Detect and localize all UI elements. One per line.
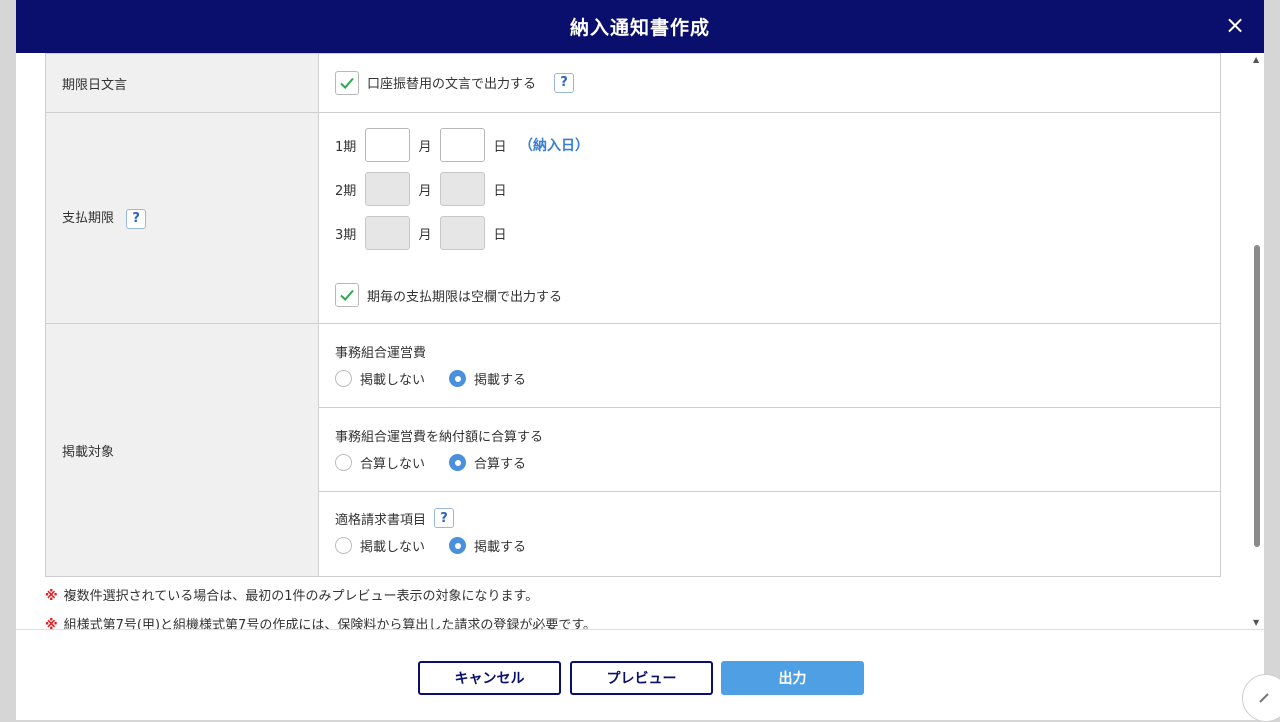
note-mark: ※ [45, 618, 58, 629]
radio-label: 合算しない [360, 457, 426, 472]
dialog-footer: キャンセル プレビュー 出力 [16, 629, 1280, 722]
note-mark: ※ [45, 589, 58, 604]
radio-circle-selected[interactable] [449, 537, 467, 554]
group-title: 事務組合運営費 [335, 346, 427, 361]
dialog-body: 期限日文言 口座振替用の文言で出力する ? 支払期限 ? 1期 月 日 （納入日… [16, 53, 1264, 629]
form-table: 期限日文言 口座振替用の文言で出力する ? 支払期限 ? 1期 月 日 （納入日… [45, 53, 1221, 577]
group-title: 適格請求書項目 [335, 512, 427, 528]
radio-group: 掲載しない 掲載する [335, 369, 1204, 388]
day-unit: 日 [493, 183, 507, 199]
group-title: 事務組合運営費を納付額に合算する [335, 430, 544, 445]
help-icon[interactable]: ? [434, 508, 455, 528]
checkbox-box[interactable] [335, 70, 359, 95]
month-unit: 月 [418, 139, 432, 155]
payment-deadline-label-cell: 支払期限 ? [45, 112, 319, 324]
deadline-text-label: 期限日文言 [45, 53, 319, 113]
day-input-1[interactable] [440, 128, 485, 162]
radio-option-combine[interactable]: 合算する [449, 453, 526, 472]
scroll-thumb[interactable] [1254, 245, 1260, 547]
blank-deadline-label: 期毎の支払期限は空欄で出力する [367, 289, 563, 305]
period-label: 3期 [335, 227, 357, 243]
help-icon[interactable]: ? [126, 208, 147, 229]
note-text: 複数件選択されている場合は、最初の1件のみプレビュー表示の対象になります。 [63, 589, 539, 604]
close-icon[interactable]: × [1222, 13, 1248, 39]
radio-circle[interactable] [335, 454, 352, 471]
radio-option-publish[interactable]: 掲載する [449, 536, 526, 555]
delivery-date-note: （納入日） [519, 138, 589, 154]
radio-circle-selected[interactable] [449, 370, 467, 387]
bank-transfer-text-label: 口座振替用の文言で出力する [367, 77, 537, 92]
radio-option-not-publish[interactable]: 掲載しない [335, 369, 425, 388]
period-row-3: 3期 月 日 [335, 211, 1204, 255]
publication-target-label: 掲載対象 [45, 323, 319, 577]
radio-label: 掲載する [474, 373, 527, 388]
radio-circle[interactable] [335, 537, 352, 554]
publication-group-1: 事務組合運営費 掲載しない 掲載する [319, 324, 1220, 408]
month-input-3 [365, 216, 410, 250]
radio-option-publish[interactable]: 掲載する [449, 369, 526, 388]
checkbox-box[interactable] [335, 283, 359, 307]
scroll-down-arrow-icon[interactable]: ▼ [1253, 618, 1259, 627]
radio-group: 掲載しない 掲載する [335, 536, 1204, 555]
publication-group-3: 適格請求書項目 ? 掲載しない 掲載する [319, 492, 1220, 576]
day-unit: 日 [493, 227, 507, 243]
publication-group-2: 事務組合運営費を納付額に合算する 合算しない 合算する [319, 408, 1220, 492]
day-input-2 [440, 172, 485, 206]
period-row-2: 2期 月 日 [335, 167, 1204, 211]
radio-circle[interactable] [335, 370, 352, 387]
group-title-row: 適格請求書項目 ? [335, 508, 1204, 528]
row-publication-target: 掲載対象 事務組合運営費 掲載しない 掲載する 事務組合運営費を納付額に合算する… [45, 323, 1221, 577]
month-unit: 月 [418, 183, 432, 199]
note-text: 組様式第7号(甲)と組機様式第7号の作成には、保険料から算出した請求の登録が必要… [63, 618, 597, 629]
radio-group: 合算しない 合算する [335, 453, 1204, 472]
radio-label: 掲載しない [360, 540, 426, 555]
day-unit: 日 [493, 139, 507, 155]
scroll-to-top-button[interactable] [1242, 674, 1280, 722]
row-deadline-text: 期限日文言 口座振替用の文言で出力する ? [45, 53, 1221, 113]
radio-option-not-combine[interactable]: 合算しない [335, 453, 425, 472]
help-icon[interactable]: ? [554, 72, 575, 93]
dialog-title: 納入通知書作成 [569, 17, 710, 39]
blank-deadline-checkbox[interactable]: 期毎の支払期限は空欄で出力する [335, 283, 562, 307]
check-icon [340, 77, 354, 89]
scroll-up-arrow-icon[interactable]: ▲ [1253, 55, 1259, 64]
vertical-scrollbar[interactable]: ▲ ▼ [1250, 53, 1264, 629]
note-preview: ※ 複数件選択されている場合は、最初の1件のみプレビュー表示の対象になります。 [45, 585, 538, 604]
month-unit: 月 [418, 227, 432, 243]
preview-button[interactable]: プレビュー [570, 661, 713, 695]
day-input-3 [440, 216, 485, 250]
note-form7: ※ 組様式第7号(甲)と組機様式第7号の作成には、保険料から算出した請求の登録が必… [45, 614, 596, 629]
radio-circle-selected[interactable] [449, 454, 467, 471]
bank-transfer-text-checkbox[interactable]: 口座振替用の文言で出力する ? [335, 70, 575, 95]
output-button[interactable]: 出力 [721, 661, 864, 695]
period-row-1: 1期 月 日 （納入日） [335, 123, 1204, 167]
row-payment-deadline: 支払期限 ? 1期 月 日 （納入日） 2期 月 日 3期 月 日 期毎の支払期… [45, 112, 1221, 324]
month-input-1[interactable] [365, 128, 410, 162]
cancel-button[interactable]: キャンセル [418, 661, 561, 695]
radio-label: 掲載しない [360, 373, 426, 388]
arrow-up-icon [1259, 693, 1269, 703]
period-label: 2期 [335, 183, 357, 199]
period-label: 1期 [335, 139, 357, 155]
check-icon [340, 289, 354, 301]
radio-label: 合算する [474, 457, 527, 472]
dialog-header: 納入通知書作成 × [16, 0, 1264, 53]
radio-label: 掲載する [474, 540, 527, 555]
create-payment-notice-dialog: 納入通知書作成 × 期限日文言 口座振替用の文言で出力する ? 支払期限 ? 1… [16, 0, 1280, 722]
month-input-2 [365, 172, 410, 206]
payment-deadline-label: 支払期限 [62, 211, 115, 227]
radio-option-not-publish[interactable]: 掲載しない [335, 536, 425, 555]
